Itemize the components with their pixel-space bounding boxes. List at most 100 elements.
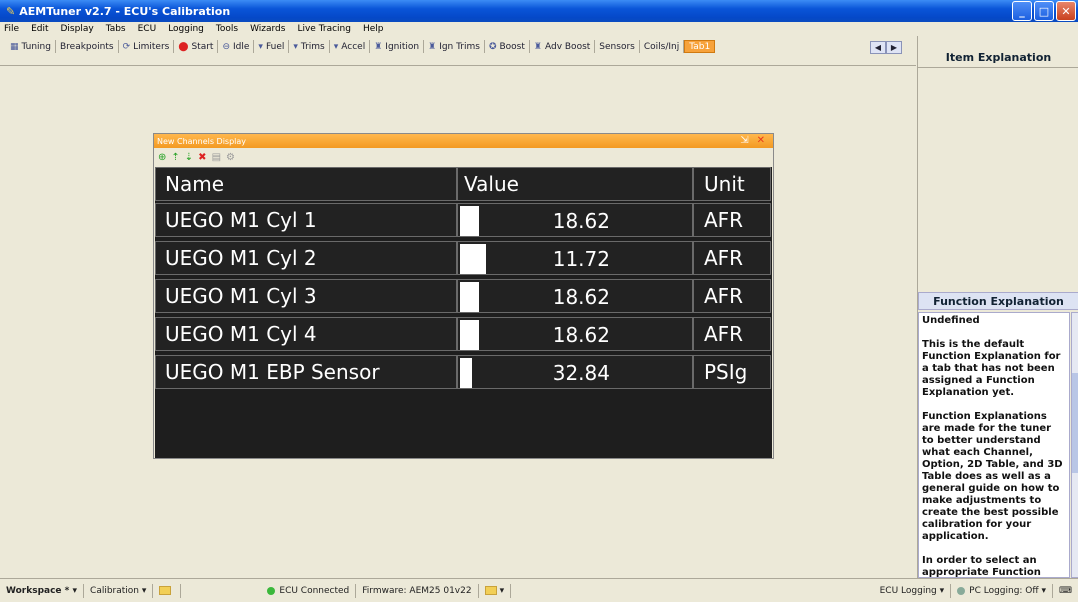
folder-button[interactable] <box>153 583 182 598</box>
settings-gear-icon[interactable]: ⚙ <box>226 152 235 163</box>
table-row[interactable]: UEGO M1 Cyl 3 18.62 AFR <box>155 279 772 315</box>
close-icon[interactable]: ✕ <box>757 135 765 146</box>
ecu-logging-dropdown[interactable]: ECU Logging ▾ <box>874 583 952 598</box>
tab-scroll-left-icon[interactable]: ◀ <box>870 41 886 54</box>
menu-edit[interactable]: Edit <box>31 24 48 34</box>
column-header-value[interactable]: Value <box>457 167 693 201</box>
channel-unit: AFR <box>693 317 771 351</box>
function-explanation-paragraph: This is the default Function Explanation… <box>922 339 1061 398</box>
tab-fuel[interactable]: ▾ Fuel <box>254 40 290 53</box>
folder-icon <box>159 586 172 595</box>
menu-tabs[interactable]: Tabs <box>106 24 126 34</box>
trims-icon: ▾ <box>293 41 298 52</box>
channel-unit: AFR <box>693 241 771 275</box>
workspace-dropdown[interactable]: Workspace * ▾ <box>0 583 85 598</box>
tab-adv-boost[interactable]: ♜ Adv Boost <box>530 40 596 53</box>
channel-name: UEGO M1 EBP Sensor <box>155 355 457 389</box>
column-header-name[interactable]: Name <box>155 167 457 201</box>
item-explanation-header: Item Explanation <box>918 48 1078 68</box>
tab-label: Adv Boost <box>544 41 591 52</box>
value-bar <box>460 206 479 236</box>
ecu-connection-status: ECU Connected <box>261 583 357 598</box>
ecu-logging-label: ECU Logging <box>879 585 937 596</box>
tab-sensors[interactable]: Sensors <box>595 40 640 53</box>
channel-name: UEGO M1 Cyl 3 <box>155 279 457 313</box>
tab-label: Idle <box>233 41 250 52</box>
properties-icon[interactable]: ▤ <box>212 152 221 163</box>
pin-icon[interactable]: ⇲ <box>740 135 748 146</box>
firmware-folder-dropdown[interactable]: ▾ <box>479 583 512 598</box>
function-explanation-scrollbar[interactable] <box>1071 312 1078 578</box>
pc-logging-dropdown[interactable]: PC Logging: Off ▾ <box>951 583 1053 598</box>
tab-ignition[interactable]: ♜ Ignition <box>370 40 425 53</box>
tab-strip: ▦ Tuning Breakpoints ⟳ Limiters ⬤ Start ⊖ Id… <box>6 40 716 53</box>
tab-ign-trims[interactable]: ♜ Ign Trims <box>424 40 485 53</box>
menu-file[interactable]: File <box>4 24 19 34</box>
move-down-icon[interactable]: ⇣ <box>185 152 193 163</box>
boost-icon: ✪ <box>488 41 497 52</box>
channels-window-titlebar[interactable]: New Channels Display ⇲ ✕ <box>154 134 773 148</box>
keyboard-button[interactable]: ⌨ <box>1053 584 1078 598</box>
table-row[interactable]: UEGO M1 Cyl 2 11.72 AFR <box>155 241 772 277</box>
menu-display[interactable]: Display <box>61 24 94 34</box>
table-row[interactable]: UEGO M1 Cyl 1 18.62 AFR <box>155 203 772 239</box>
workspace-label: Workspace * <box>6 585 70 596</box>
menu-tools[interactable]: Tools <box>216 24 238 34</box>
tab-label: Ignition <box>385 41 420 52</box>
channel-unit: AFR <box>693 203 771 237</box>
function-explanation-paragraph: In order to select an appropriate Functi… <box>922 555 1041 578</box>
function-explanation-header: Function Explanation <box>918 292 1078 310</box>
tab-accel[interactable]: ▾ Accel <box>330 40 371 53</box>
maximize-button[interactable]: □ <box>1034 1 1054 21</box>
menu-live-tracing[interactable]: Live Tracing <box>297 24 351 34</box>
channel-value-cell: 18.62 <box>457 317 693 351</box>
close-button[interactable]: ✕ <box>1056 1 1076 21</box>
function-explanation-heading: Undefined <box>922 315 980 326</box>
menu-ecu[interactable]: ECU <box>138 24 157 34</box>
channels-window-title: New Channels Display <box>157 136 247 146</box>
tab-start[interactable]: ⬤ Start <box>174 40 219 53</box>
menu-wizards[interactable]: Wizards <box>250 24 285 34</box>
ign-trims-icon: ♜ <box>428 41 437 52</box>
tab-breakpoints[interactable]: Breakpoints <box>56 40 119 53</box>
channel-unit: PSIg <box>693 355 771 389</box>
scrollbar-thumb[interactable] <box>1072 373 1078 473</box>
table-row[interactable]: UEGO M1 EBP Sensor 32.84 PSIg <box>155 355 772 391</box>
app-icon: ✎ <box>6 4 16 18</box>
tab-limiters[interactable]: ⟳ Limiters <box>119 40 175 53</box>
tab-scroll-right-icon[interactable]: ▶ <box>886 41 902 54</box>
menu-logging[interactable]: Logging <box>168 24 204 34</box>
minimize-button[interactable]: _ <box>1012 1 1032 21</box>
accel-icon: ▾ <box>333 41 339 52</box>
tab-tuning[interactable]: ▦ Tuning <box>6 40 56 53</box>
move-up-icon[interactable]: ⇡ <box>171 152 179 163</box>
tab-label: Trims <box>300 41 325 52</box>
channel-value-cell: 18.62 <box>457 203 693 237</box>
tab-label: Tuning <box>21 41 51 52</box>
table-row[interactable]: UEGO M1 Cyl 4 18.62 AFR <box>155 317 772 353</box>
value-bar <box>460 282 479 312</box>
channel-name: UEGO M1 Cyl 4 <box>155 317 457 351</box>
firmware-label: Firmware: AEM25 01v22 <box>362 585 472 596</box>
value-bar <box>460 320 479 350</box>
tab-boost[interactable]: ✪ Boost <box>485 40 530 53</box>
tab-label: Breakpoints <box>59 41 114 52</box>
add-channel-icon[interactable]: ⊕ <box>158 152 166 163</box>
channel-name: UEGO M1 Cyl 1 <box>155 203 457 237</box>
tab-coils-inj[interactable]: Coils/Inj <box>640 40 685 53</box>
start-icon: ⬤ <box>178 41 189 52</box>
tab-tab1[interactable]: Tab1 <box>684 40 716 53</box>
channel-name: UEGO M1 Cyl 2 <box>155 241 457 275</box>
delete-channel-icon[interactable]: ✖ <box>198 152 206 163</box>
calibration-dropdown[interactable]: Calibration ▾ <box>84 583 154 598</box>
column-header-unit[interactable]: Unit <box>693 167 771 201</box>
ecu-connected-label: ECU Connected <box>279 585 350 596</box>
window-title: AEMTuner v2.7 - ECU's Calibration <box>19 4 231 18</box>
channel-value: 11.72 <box>552 247 610 271</box>
tab-label: Coils/Inj <box>643 41 680 52</box>
tab-label: Accel <box>341 41 366 52</box>
tab-trims[interactable]: ▾ Trims <box>289 40 330 53</box>
tab-idle[interactable]: ⊖ Idle <box>218 40 255 53</box>
ignition-icon: ♜ <box>374 41 383 52</box>
menu-help[interactable]: Help <box>363 24 384 34</box>
